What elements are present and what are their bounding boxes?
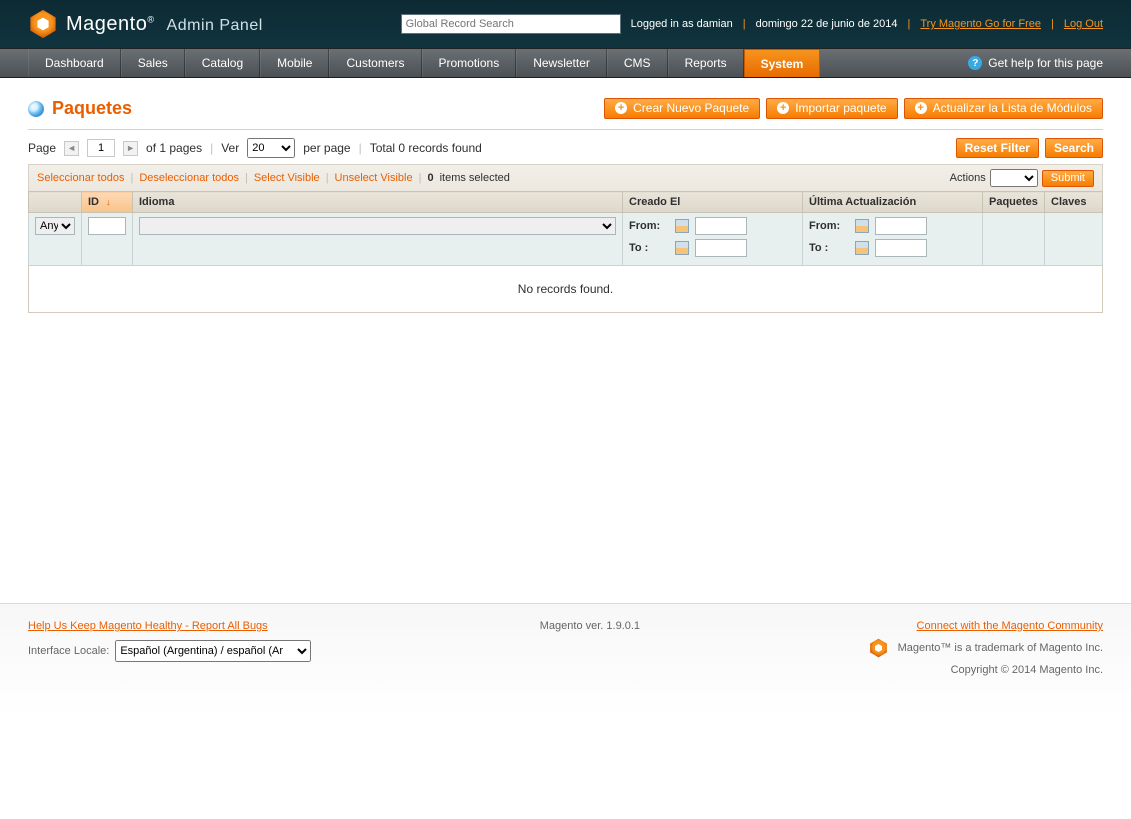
no-records-row: No records found.	[28, 266, 1103, 313]
page-title: Paquetes	[52, 98, 132, 119]
help-label: Get help for this page	[988, 56, 1103, 70]
trademark-text: Magento™ is a trademark of Magento Inc.	[898, 642, 1103, 654]
nav-catalog[interactable]: Catalog	[185, 49, 260, 77]
actions-select[interactable]	[990, 169, 1038, 187]
page-number-input[interactable]	[87, 139, 115, 157]
filter-any-select[interactable]: Any	[35, 217, 75, 235]
filter-id-input[interactable]	[88, 217, 126, 235]
locale-label: Interface Locale:	[28, 645, 109, 657]
creado-to-label: To :	[629, 242, 669, 254]
import-package-button[interactable]: + Importar paquete	[766, 98, 897, 119]
plus-icon: +	[777, 102, 789, 114]
globe-icon	[28, 101, 44, 117]
nav-customers[interactable]: Customers	[329, 49, 421, 77]
per-page-label: per page	[303, 141, 350, 155]
actual-from-input[interactable]	[875, 217, 927, 235]
col-idioma[interactable]: Idioma	[133, 192, 623, 213]
total-records-text: Total 0 records found	[370, 141, 482, 155]
view-label: Ver	[221, 141, 239, 155]
brand-text: Magento	[66, 13, 147, 35]
filter-paquetes	[983, 213, 1045, 266]
creado-from-label: From:	[629, 220, 669, 232]
sort-desc-icon: ↓	[106, 197, 111, 207]
reg-mark: ®	[147, 14, 154, 24]
col-paquetes[interactable]: Paquetes	[983, 192, 1045, 213]
nav-promotions[interactable]: Promotions	[422, 49, 517, 77]
brand-subtitle: Admin Panel	[167, 17, 263, 34]
copyright-text: Copyright © 2014 Magento Inc.	[869, 664, 1104, 676]
page-label: Page	[28, 141, 56, 155]
select-visible-link[interactable]: Select Visible	[254, 172, 320, 184]
header-user-area: Logged in as damian | domingo 22 de juni…	[631, 18, 1103, 30]
logout-link[interactable]: Log Out	[1064, 18, 1103, 30]
total-pages-text: of 1 pages	[146, 141, 202, 155]
plus-icon: +	[615, 102, 627, 114]
actual-to-label: To :	[809, 242, 849, 254]
version-text: Magento ver. 1.9.0.1	[311, 620, 868, 632]
actions-label: Actions	[950, 172, 986, 184]
pager-bar: Page ◄ ► of 1 pages | Ver 20 per page | …	[28, 138, 1103, 158]
current-date: domingo 22 de junio de 2014	[756, 18, 898, 30]
try-go-link[interactable]: Try Magento Go for Free	[920, 18, 1041, 30]
nav-dashboard[interactable]: Dashboard	[28, 49, 121, 77]
nav-cms[interactable]: CMS	[607, 49, 668, 77]
page-prev-button[interactable]: ◄	[64, 141, 79, 156]
nav-sales[interactable]: Sales	[121, 49, 185, 77]
nav-newsletter[interactable]: Newsletter	[516, 49, 607, 77]
col-actualizacion[interactable]: Última Actualización	[803, 192, 983, 213]
community-link[interactable]: Connect with the Magento Community	[917, 620, 1103, 632]
locale-select[interactable]: Español (Argentina) / español (Ar	[115, 640, 311, 662]
mass-action-bar: Seleccionar todos | Deseleccionar todos …	[28, 164, 1103, 191]
logged-in-text: Logged in as damian	[631, 18, 733, 30]
col-id[interactable]: ID ↓	[82, 192, 133, 213]
footer: Help Us Keep Magento Healthy - Report Al…	[0, 603, 1131, 716]
create-package-button[interactable]: + Crear Nuevo Paquete	[604, 98, 760, 119]
reset-filter-button[interactable]: Reset Filter	[956, 138, 1039, 158]
divider	[28, 129, 1103, 130]
nav-reports[interactable]: Reports	[668, 49, 744, 77]
submit-button[interactable]: Submit	[1042, 170, 1094, 187]
main-nav: Dashboard Sales Catalog Mobile Customers…	[0, 48, 1131, 78]
col-creado[interactable]: Creado El	[623, 192, 803, 213]
creado-to-input[interactable]	[695, 239, 747, 257]
calendar-icon[interactable]	[675, 241, 689, 255]
actual-to-input[interactable]	[875, 239, 927, 257]
page-next-button[interactable]: ►	[123, 141, 138, 156]
unselect-all-link[interactable]: Deseleccionar todos	[139, 172, 239, 184]
items-selected-label: items selected	[440, 172, 510, 184]
filter-idioma-select[interactable]	[139, 217, 616, 235]
packages-grid: ID ↓ Idioma Creado El Última Actualizaci…	[28, 191, 1103, 266]
header-bar: Magento® Admin Panel Global Record Searc…	[0, 0, 1131, 48]
plus-icon: +	[915, 102, 927, 114]
col-claves[interactable]: Claves	[1045, 192, 1103, 213]
brand-name: Magento® Admin Panel	[66, 13, 263, 36]
unselect-visible-link[interactable]: Unselect Visible	[335, 172, 413, 184]
items-selected-count: 0	[427, 172, 433, 184]
calendar-icon[interactable]	[855, 241, 869, 255]
calendar-icon[interactable]	[675, 219, 689, 233]
nav-help[interactable]: ? Get help for this page	[820, 49, 1103, 77]
magento-logo-icon	[28, 9, 58, 39]
calendar-icon[interactable]	[855, 219, 869, 233]
magento-logo-icon	[869, 638, 889, 658]
select-all-link[interactable]: Seleccionar todos	[37, 172, 124, 184]
creado-from-input[interactable]	[695, 217, 747, 235]
actual-from-label: From:	[809, 220, 849, 232]
report-bugs-link[interactable]: Help Us Keep Magento Healthy - Report Al…	[28, 620, 268, 632]
nav-mobile[interactable]: Mobile	[260, 49, 329, 77]
logo: Magento® Admin Panel	[28, 9, 263, 39]
per-page-select[interactable]: 20	[247, 138, 295, 158]
search-button[interactable]: Search	[1045, 138, 1103, 158]
nav-system[interactable]: System	[744, 49, 821, 77]
refresh-modules-button[interactable]: + Actualizar la Lista de Módulos	[904, 98, 1103, 119]
col-checkbox[interactable]	[29, 192, 82, 213]
help-icon: ?	[968, 56, 982, 70]
global-search-input[interactable]: Global Record Search	[401, 14, 621, 34]
filter-claves	[1045, 213, 1103, 266]
